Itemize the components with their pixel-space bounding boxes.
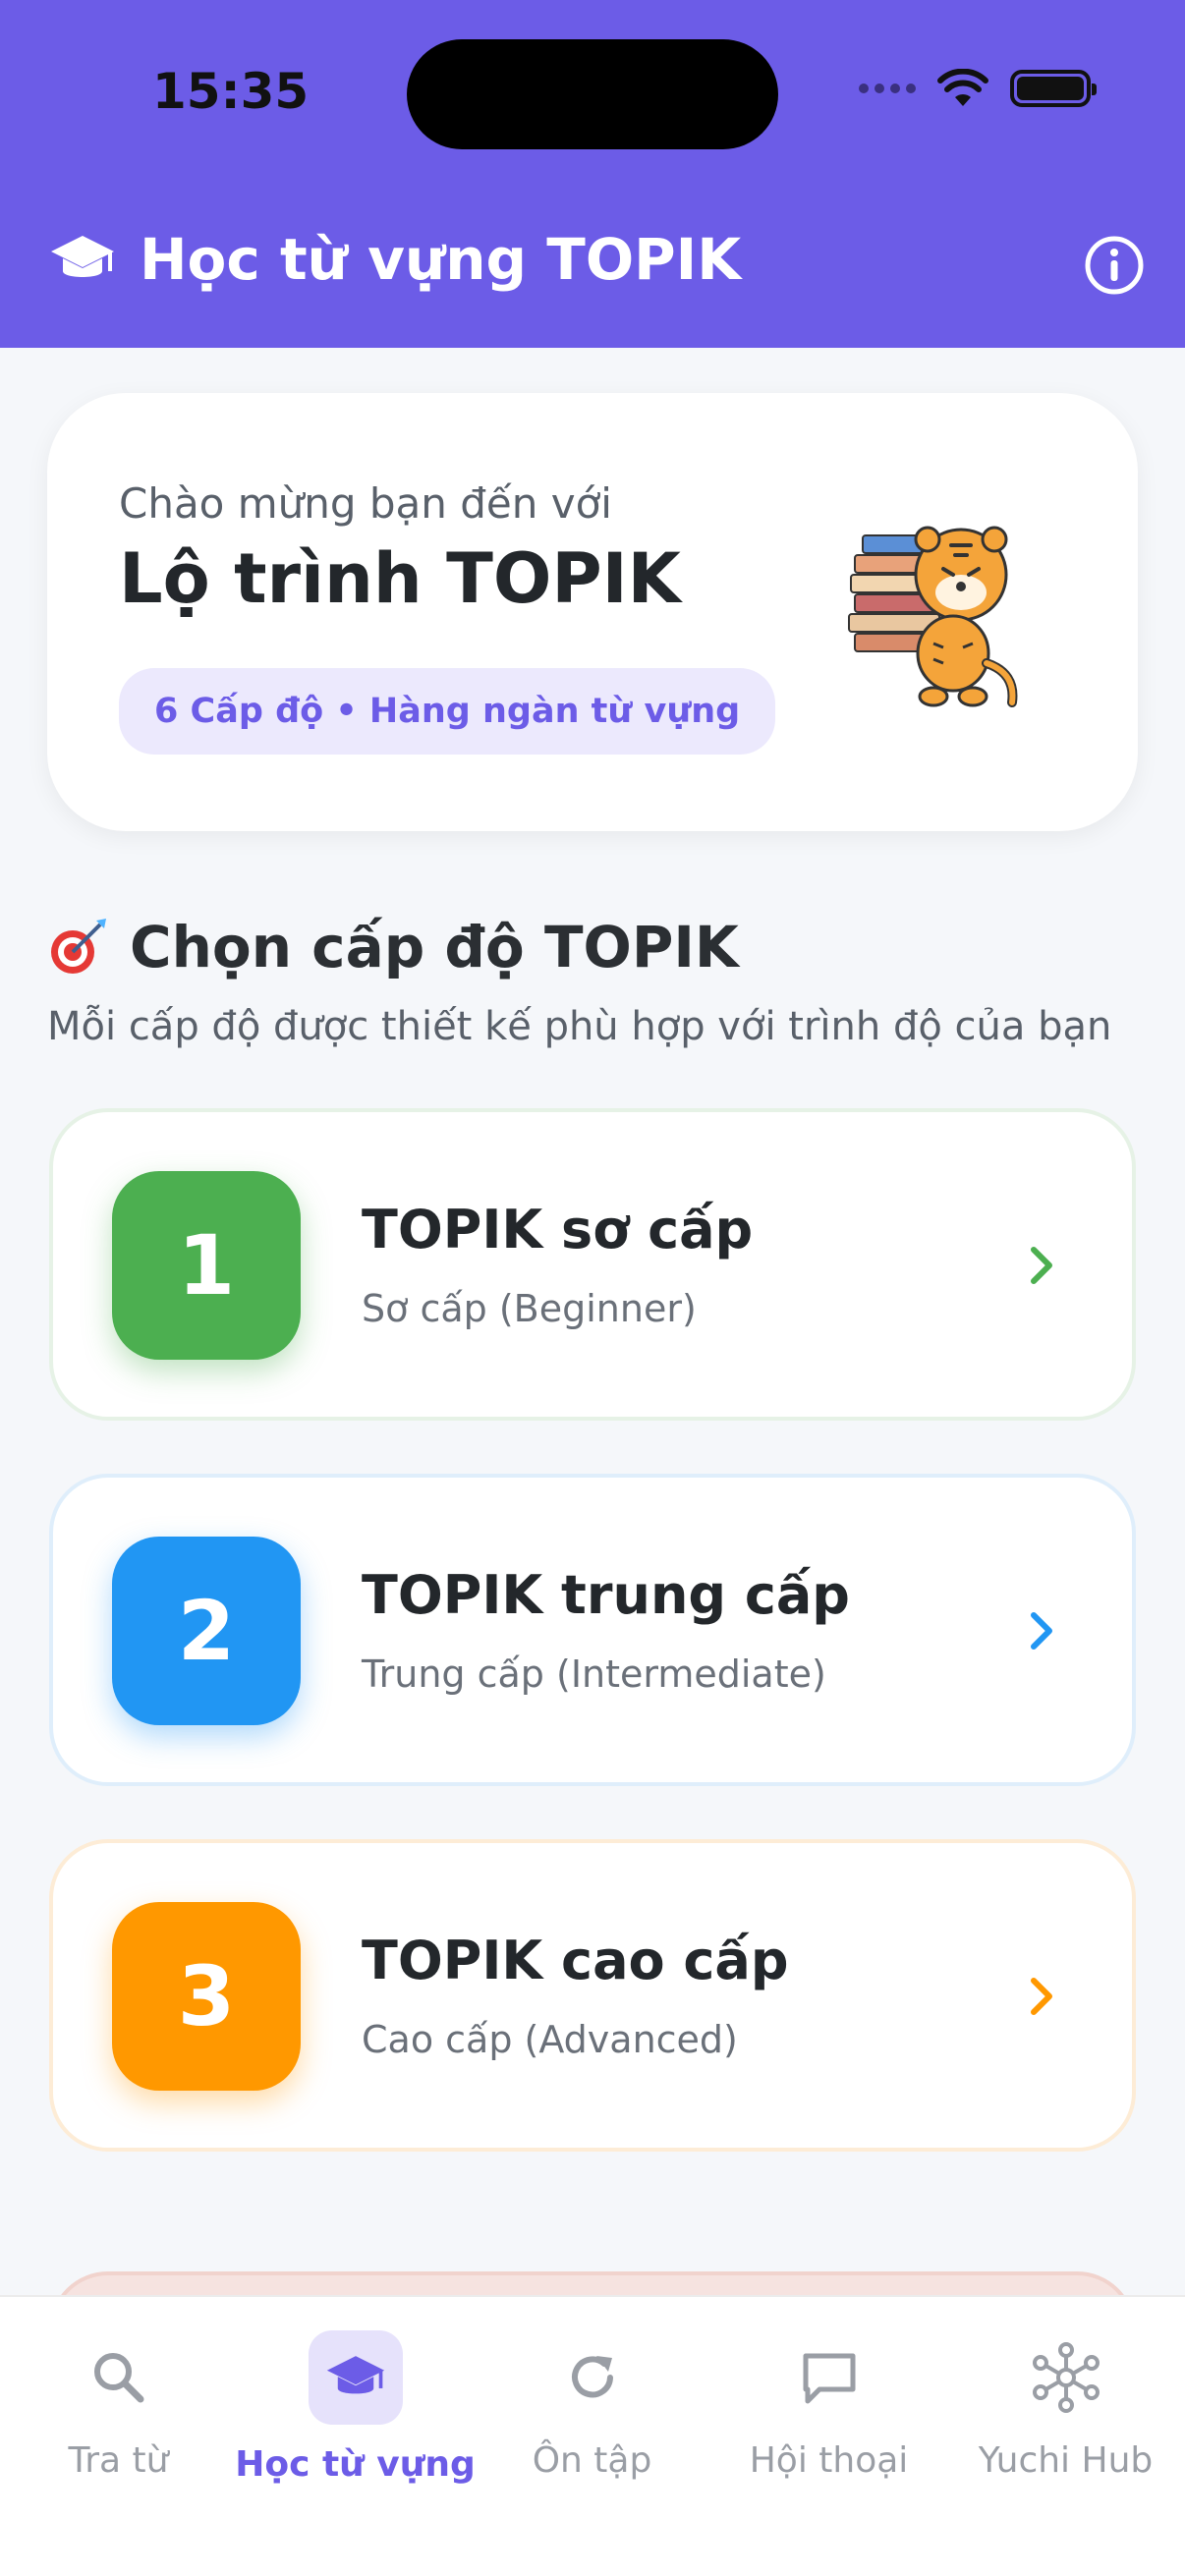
tab-label: Tra từ <box>68 2440 169 2481</box>
status-indicators <box>859 69 1097 108</box>
info-button[interactable] <box>1083 234 1146 297</box>
graduation-cap-icon <box>51 236 114 277</box>
chevron-right-icon <box>1031 1978 1052 2015</box>
level-card-3[interactable]: 3 TOPIK cao cấp Cao cấp (Advanced) <box>49 1839 1136 2152</box>
level-card-1[interactable]: 1 TOPIK sơ cấp Sơ cấp (Beginner) <box>49 1108 1136 1421</box>
level-name: TOPIK sơ cấp <box>362 1199 754 1260</box>
section-description: Mỗi cấp độ được thiết kế phù hợp với trì… <box>47 1004 1112 1049</box>
tab-label: Học từ vựng <box>235 2444 476 2485</box>
level-description: Cao cấp (Advanced) <box>362 2018 738 2061</box>
level-number-badge: 3 <box>112 1902 301 2091</box>
level-description: Trung cấp (Intermediate) <box>362 1652 826 1696</box>
header: 15:35 Học từ vựng TOPIK <box>0 0 1185 348</box>
target-dart-icon <box>51 919 106 974</box>
section-title: Chọn cấp độ TOPIK <box>130 914 739 980</box>
wifi-icon <box>937 69 988 106</box>
tab-label: Hội thoại <box>749 2440 909 2481</box>
welcome-badge: 6 Cấp độ • Hàng ngàn từ vựng <box>119 668 776 755</box>
tab-hoi-thoai[interactable]: Hội thoại <box>710 2297 947 2493</box>
tab-tra-tu[interactable]: Tra từ <box>0 2297 237 2493</box>
chat-bubble-icon <box>782 2330 876 2425</box>
tab-on-tap[interactable]: Ôn tập <box>474 2297 710 2493</box>
level-card-2[interactable]: 2 TOPIK trung cấp Trung cấp (Intermediat… <box>49 1474 1136 1786</box>
bottom-tab-bar: Tra từ Học từ vựng Ôn tập Hội thoại Yuch… <box>0 2295 1185 2576</box>
page-title: Học từ vựng TOPIK <box>140 226 742 293</box>
level-number-badge: 1 <box>112 1171 301 1360</box>
tab-hoc-tu-vung[interactable]: Học từ vựng <box>235 2297 476 2493</box>
graduation-cap-icon <box>308 2330 403 2425</box>
tab-label: Yuchi Hub <box>978 2440 1154 2481</box>
network-hub-icon <box>1019 2330 1113 2425</box>
chevron-right-icon <box>1031 1247 1052 1284</box>
tiger-mascot-icon <box>848 526 1018 707</box>
dynamic-island <box>407 39 778 149</box>
chevron-right-icon <box>1031 1612 1052 1650</box>
level-name: TOPIK trung cấp <box>362 1564 850 1626</box>
level-name: TOPIK cao cấp <box>362 1930 789 1991</box>
section-header: Chọn cấp độ TOPIK <box>47 914 739 980</box>
welcome-subtitle: Chào mừng bạn đến với <box>119 479 612 528</box>
tab-yuchi-hub[interactable]: Yuchi Hub <box>947 2297 1184 2493</box>
search-icon <box>72 2330 166 2425</box>
level-description: Sơ cấp (Beginner) <box>362 1287 697 1330</box>
status-time: 15:35 <box>152 63 310 120</box>
app-screen: 15:35 Học từ vựng TOPIK Chào mừng bạn đế… <box>0 0 1185 2576</box>
welcome-title: Lộ trình TOPIK <box>119 538 681 619</box>
header-title-row: Học từ vựng TOPIK <box>49 226 741 293</box>
cellular-signal-icon <box>859 84 916 93</box>
refresh-icon <box>545 2330 640 2425</box>
battery-icon <box>1010 70 1097 107</box>
level-number-badge: 2 <box>112 1537 301 1725</box>
tab-label: Ôn tập <box>532 2440 652 2481</box>
welcome-card: Chào mừng bạn đến với Lộ trình TOPIK 6 C… <box>47 393 1138 831</box>
